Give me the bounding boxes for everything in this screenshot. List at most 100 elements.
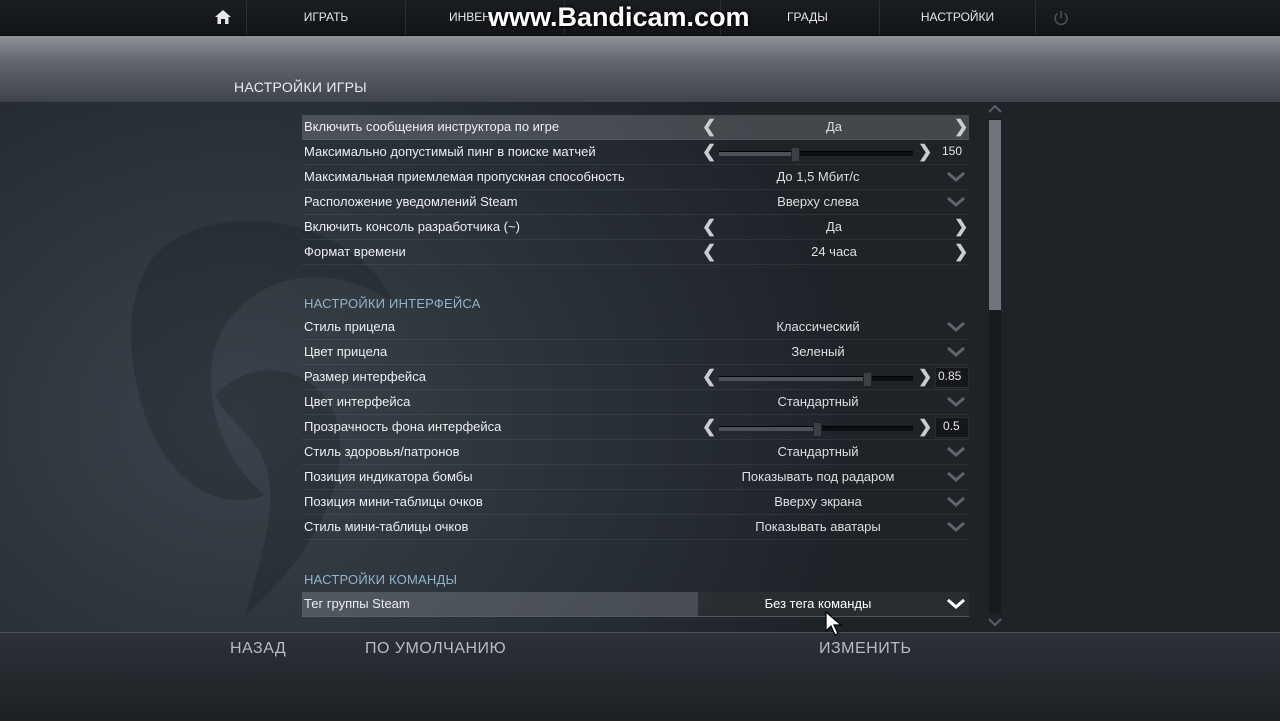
hud-alpha-slider[interactable] xyxy=(719,422,913,437)
setting-label: Включить консоль разработчика (~) xyxy=(304,219,520,234)
slider-thumb[interactable] xyxy=(813,422,822,437)
slider-fill xyxy=(719,427,816,431)
setting-row-time-format[interactable]: Формат времени ❮ 24 часа ❯ xyxy=(302,240,969,265)
recording-watermark: www.Bandicam.com xyxy=(488,2,750,32)
setting-row-mini-scoreboard-style[interactable]: Стиль мини-таблицы очков Показывать ават… xyxy=(302,515,969,540)
setting-value: Да xyxy=(825,119,843,134)
slider-thumb[interactable] xyxy=(791,147,800,162)
setting-label: Максимальная приемлемая пропускная спосо… xyxy=(304,169,625,184)
setting-value: Вверху слева xyxy=(777,194,859,209)
chevron-down-icon[interactable] xyxy=(947,196,965,208)
arrow-right-icon[interactable]: ❯ xyxy=(954,242,968,262)
setting-label: Позиция мини-таблицы очков xyxy=(304,494,483,509)
setting-value: Показывать аватары xyxy=(755,519,881,534)
hud-scale-slider[interactable] xyxy=(719,372,913,387)
arrow-left-icon[interactable]: ❮ xyxy=(702,367,716,387)
power-icon xyxy=(1054,11,1068,26)
settings-panel: Включить сообщения инструктора по игре ❮… xyxy=(302,115,970,620)
slider-fill xyxy=(719,152,795,156)
arrow-right-icon[interactable]: ❯ xyxy=(918,367,932,387)
chevron-down-icon[interactable] xyxy=(947,521,965,533)
home-icon xyxy=(215,10,231,24)
chevron-down-icon[interactable] xyxy=(947,321,965,333)
bottom-bar xyxy=(0,632,1280,721)
back-button[interactable]: НАЗАД xyxy=(230,640,286,658)
setting-row-instructor-messages[interactable]: Включить сообщения инструктора по игре ❮… xyxy=(302,115,969,140)
setting-row-bomb-indicator[interactable]: Позиция индикатора бомбы Показывать под … xyxy=(302,465,969,490)
chevron-down-icon[interactable] xyxy=(947,171,965,183)
setting-value: Классический xyxy=(776,319,860,334)
arrow-right-icon[interactable]: ❯ xyxy=(918,142,932,162)
setting-label: Максимально допустимый пинг в поиске мат… xyxy=(304,144,596,159)
setting-label: Стиль мини-таблицы очков xyxy=(304,519,469,534)
setting-value: Да xyxy=(825,219,843,234)
setting-label: Включить сообщения инструктора по игре xyxy=(304,119,560,134)
setting-label: Размер интерфейса xyxy=(304,369,426,384)
setting-value: Стандартный xyxy=(777,444,859,459)
chevron-down-icon[interactable] xyxy=(947,346,965,358)
apply-button[interactable]: ИЗМЕНИТЬ xyxy=(819,640,912,658)
setting-label: Цвет прицела xyxy=(304,344,388,359)
nav-home-button[interactable] xyxy=(0,0,247,35)
nav-settings-label: НАСТРОЙКИ xyxy=(920,10,995,24)
setting-label: Расположение уведомлений Steam xyxy=(304,194,518,209)
arrow-left-icon[interactable]: ❮ xyxy=(702,417,716,437)
setting-row-bandwidth[interactable]: Максимальная приемлемая пропускная спосо… xyxy=(302,165,969,190)
setting-row-dev-console[interactable]: Включить консоль разработчика (~) ❮ Да ❯ xyxy=(302,215,969,240)
nav-inventory-label: ИНВЕН xyxy=(449,10,491,24)
setting-label: Стиль здоровья/патронов xyxy=(304,444,460,459)
setting-row-crosshair-color[interactable]: Цвет прицела Зеленый xyxy=(302,340,969,365)
section-title-interface: НАСТРОЙКИ ИНТЕРФЕЙСА xyxy=(304,296,481,311)
setting-row-hud-scale[interactable]: Размер интерфейса ❮ ❯ 0.85 xyxy=(302,365,969,390)
setting-row-steam-notifications[interactable]: Расположение уведомлений Steam Вверху сл… xyxy=(302,190,969,215)
chevron-down-icon[interactable] xyxy=(947,496,965,508)
restore-defaults-button[interactable]: ПО УМОЛЧАНИЮ xyxy=(365,640,506,658)
scrollbar-thumb[interactable] xyxy=(989,120,1001,310)
setting-value: 24 часа xyxy=(811,244,857,259)
arrow-right-icon[interactable]: ❯ xyxy=(918,417,932,437)
setting-value: Стандартный xyxy=(777,394,859,409)
setting-row-hud-background-alpha[interactable]: Прозрачность фона интерфейса ❮ ❯ 0.5 xyxy=(302,415,969,440)
setting-value: Зеленый xyxy=(791,344,845,359)
arrow-left-icon[interactable]: ❮ xyxy=(702,142,716,162)
setting-row-steam-group-tag[interactable]: Тег группы Steam Без тега команды xyxy=(302,592,969,617)
section-title-team: НАСТРОЙКИ КОМАНДЫ xyxy=(304,572,458,587)
nav-play-button[interactable]: ИГРАТЬ xyxy=(247,0,406,35)
chevron-down-icon[interactable] xyxy=(947,446,965,458)
setting-label: Стиль прицела xyxy=(304,319,396,334)
page-title: НАСТРОЙКИ ИГРЫ xyxy=(234,79,368,95)
slider-value: 0.85 xyxy=(938,369,962,383)
nav-power-button[interactable] xyxy=(1036,0,1086,35)
slider-value: 0.5 xyxy=(943,419,960,433)
nav-play-label: ИГРАТЬ xyxy=(303,10,349,24)
scroll-up-icon[interactable] xyxy=(987,104,1003,114)
setting-value: Без тега команды xyxy=(764,596,872,611)
nav-settings-button[interactable]: НАСТРОЙКИ xyxy=(880,0,1036,35)
setting-row-max-ping[interactable]: Максимально допустимый пинг в поиске мат… xyxy=(302,140,969,165)
chevron-down-icon[interactable] xyxy=(947,396,965,408)
mouse-cursor-icon xyxy=(825,611,843,636)
arrow-right-icon[interactable]: ❯ xyxy=(954,117,968,137)
setting-row-crosshair-style[interactable]: Стиль прицела Классический xyxy=(302,315,969,340)
slider-value: 150 xyxy=(942,144,963,158)
setting-value: До 1,5 Мбит/с xyxy=(776,169,860,184)
setting-value: Показывать под радаром xyxy=(741,469,895,484)
scroll-down-icon[interactable] xyxy=(987,617,1003,627)
slider-thumb[interactable] xyxy=(863,372,872,387)
header-band xyxy=(0,36,1280,102)
setting-label: Формат времени xyxy=(304,244,406,259)
setting-label: Позиция индикатора бомбы xyxy=(304,469,473,484)
setting-row-mini-scoreboard-position[interactable]: Позиция мини-таблицы очков Вверху экрана xyxy=(302,490,969,515)
setting-label: Прозрачность фона интерфейса xyxy=(304,419,502,434)
setting-row-hud-color[interactable]: Цвет интерфейса Стандартный xyxy=(302,390,969,415)
ping-slider[interactable] xyxy=(719,147,913,162)
arrow-right-icon[interactable]: ❯ xyxy=(954,217,968,237)
setting-label: Цвет интерфейса xyxy=(304,394,411,409)
chevron-down-icon[interactable] xyxy=(947,598,965,610)
setting-label: Тег группы Steam xyxy=(304,596,410,611)
setting-row-health-ammo-style[interactable]: Стиль здоровья/патронов Стандартный xyxy=(302,440,969,465)
slider-fill xyxy=(719,377,866,381)
chevron-down-icon[interactable] xyxy=(947,471,965,483)
nav-awards-label: ГРАДЫ xyxy=(787,10,828,24)
setting-value: Вверху экрана xyxy=(774,494,862,509)
